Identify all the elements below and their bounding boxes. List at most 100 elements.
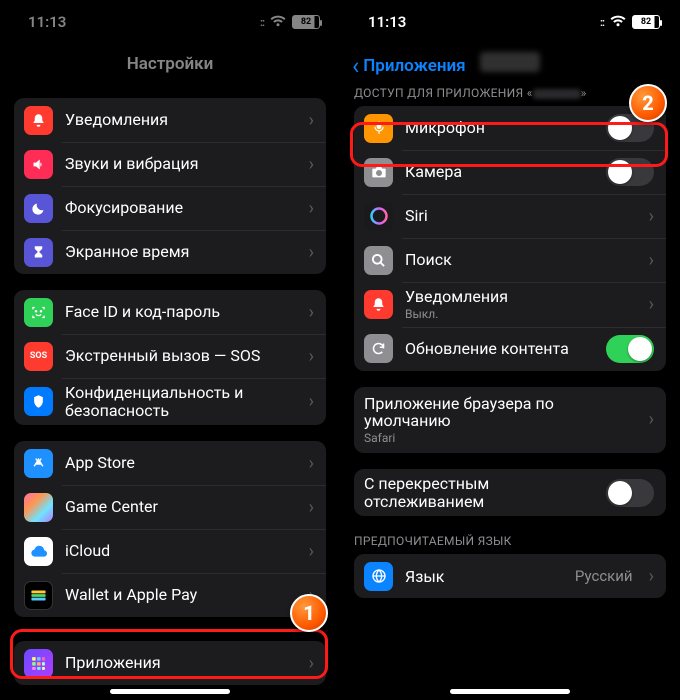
hand-icon [24, 387, 53, 416]
appstore-icon [24, 449, 53, 478]
callout-2: 2 [629, 84, 667, 122]
refresh-icon [364, 334, 393, 363]
row-label: Wallet и Apple Pay [65, 586, 297, 604]
camera-icon [364, 158, 393, 187]
row-background-refresh[interactable]: Обновление контента [354, 327, 666, 371]
group-language: Язык Русский › [354, 554, 666, 598]
row-label: Game Center [65, 498, 297, 516]
chevron-right-icon: › [309, 391, 314, 412]
row-wallet[interactable]: Wallet и Apple Pay › [14, 573, 326, 617]
row-default-browser[interactable]: Приложение браузера по умолчанию Safari … [354, 387, 666, 453]
row-label: Язык [405, 568, 563, 586]
section-lang-header: ПРЕДПОЧИТАЕМЫЙ ЯЗЫК [340, 516, 680, 554]
back-button[interactable]: ‹ Приложения [352, 52, 466, 80]
row-notifications[interactable]: Уведомления › [14, 98, 326, 142]
row-label: Фокусирование [65, 199, 297, 217]
gamecenter-icon [24, 493, 53, 522]
row-label: С перекрестным отслеживанием [364, 475, 594, 510]
row-label: Обновление контента [405, 340, 594, 358]
row-gamecenter[interactable]: Game Center › [14, 485, 326, 529]
battery-icon: 82 [292, 15, 320, 29]
row-search[interactable]: Поиск › [354, 238, 666, 282]
row-language[interactable]: Язык Русский › [354, 554, 666, 598]
row-focus[interactable]: Фокусирование › [14, 186, 326, 230]
status-right: :: 82 [260, 13, 320, 31]
row-label: Микрофон [405, 119, 594, 137]
chevron-right-icon: › [649, 250, 654, 271]
status-bar: 11:13 :: 82 [0, 0, 340, 44]
sos-icon: SOS [24, 342, 53, 371]
nav-title: Настройки [0, 44, 340, 88]
battery-icon: 82 [632, 15, 660, 29]
row-icloud[interactable]: iCloud › [14, 529, 326, 573]
microphone-icon [364, 114, 393, 143]
row-privacy[interactable]: Конфиденциальность и безопасность › [14, 378, 326, 425]
status-time: 11:13 [28, 13, 66, 31]
wifi-icon [610, 13, 626, 31]
row-label: Приложение браузера по умолчанию Safari [364, 395, 637, 445]
chevron-right-icon: › [309, 497, 314, 518]
chevron-right-icon: › [309, 154, 314, 175]
group-apple-services: App Store › Game Center › iCloud › Walle… [14, 441, 326, 617]
chevron-right-icon: › [309, 453, 314, 474]
home-indicator[interactable] [110, 689, 230, 694]
bell-icon [24, 106, 53, 135]
bell-icon [364, 290, 393, 319]
row-appstore[interactable]: App Store › [14, 441, 326, 485]
chevron-right-icon: › [649, 409, 654, 430]
back-label: Приложения [363, 56, 465, 76]
toggle-camera[interactable] [606, 158, 654, 186]
row-label: Поиск [405, 251, 637, 269]
chevron-right-icon: › [309, 653, 314, 674]
faceid-icon [24, 298, 53, 327]
row-siri[interactable]: Siri › [354, 194, 666, 238]
callout-1: 1 [290, 594, 328, 632]
row-cross-tracking[interactable]: С перекрестным отслеживанием [354, 469, 666, 516]
toggle-tracking[interactable] [606, 479, 654, 507]
chevron-right-icon: › [309, 198, 314, 219]
row-label: Siri [405, 207, 637, 225]
cell-signal-icon: :: [600, 16, 604, 29]
siri-icon [364, 202, 393, 231]
hourglass-icon [24, 238, 53, 267]
group-apps: Приложения › [14, 641, 326, 685]
row-faceid[interactable]: Face ID и код-пароль › [14, 290, 326, 334]
row-label: Экстренный вызов — SOS [65, 347, 297, 365]
toggle-background-refresh[interactable] [606, 335, 654, 363]
row-notifications[interactable]: Уведомления Выкл. › [354, 282, 666, 327]
content-right: ДОСТУП ДЛЯ ПРИЛОЖЕНИЯ «» Микрофон Камера… [340, 68, 680, 598]
globe-icon [364, 562, 393, 591]
chevron-right-icon: › [649, 294, 654, 315]
app-name-redacted [480, 52, 540, 72]
row-sounds[interactable]: Звуки и вибрация › [14, 142, 326, 186]
right-screen: 11:13 :: 82 ‹ Приложения ДОСТУП ДЛЯ ПРИЛ… [340, 0, 680, 700]
group-access: Микрофон Камера Siri › Поиск › [354, 106, 666, 371]
row-label: iCloud [65, 542, 297, 560]
row-microphone[interactable]: Микрофон [354, 106, 666, 150]
chevron-right-icon: › [309, 346, 314, 367]
row-sublabel: Выкл. [405, 308, 637, 321]
row-sos[interactable]: SOS Экстренный вызов — SOS › [14, 334, 326, 378]
row-label: Приложения [65, 654, 297, 672]
row-value: Русский [575, 567, 633, 585]
home-indicator[interactable] [450, 689, 570, 694]
wifi-icon [270, 13, 286, 31]
group-notifications: Уведомления › Звуки и вибрация › Фокусир… [14, 98, 326, 274]
content-left: Уведомления › Звуки и вибрация › Фокусир… [0, 98, 340, 697]
group-default-browser: Приложение браузера по умолчанию Safari … [354, 387, 666, 453]
chevron-right-icon: › [309, 110, 314, 131]
row-value: Safari [364, 432, 637, 445]
cloud-icon [24, 537, 53, 566]
row-applications[interactable]: Приложения › [14, 641, 326, 685]
row-label: Камера [405, 163, 594, 181]
row-screentime[interactable]: Экранное время › [14, 230, 326, 274]
chevron-right-icon: › [649, 566, 654, 587]
row-label: Уведомления Выкл. [405, 288, 637, 321]
chevron-right-icon: › [309, 302, 314, 323]
row-label: App Store [65, 454, 297, 472]
group-security: Face ID и код-пароль › SOS Экстренный вы… [14, 290, 326, 425]
wallet-icon [24, 581, 53, 610]
row-camera[interactable]: Камера [354, 150, 666, 194]
group-tracking: С перекрестным отслеживанием [354, 469, 666, 516]
status-right: :: 82 [600, 13, 660, 31]
